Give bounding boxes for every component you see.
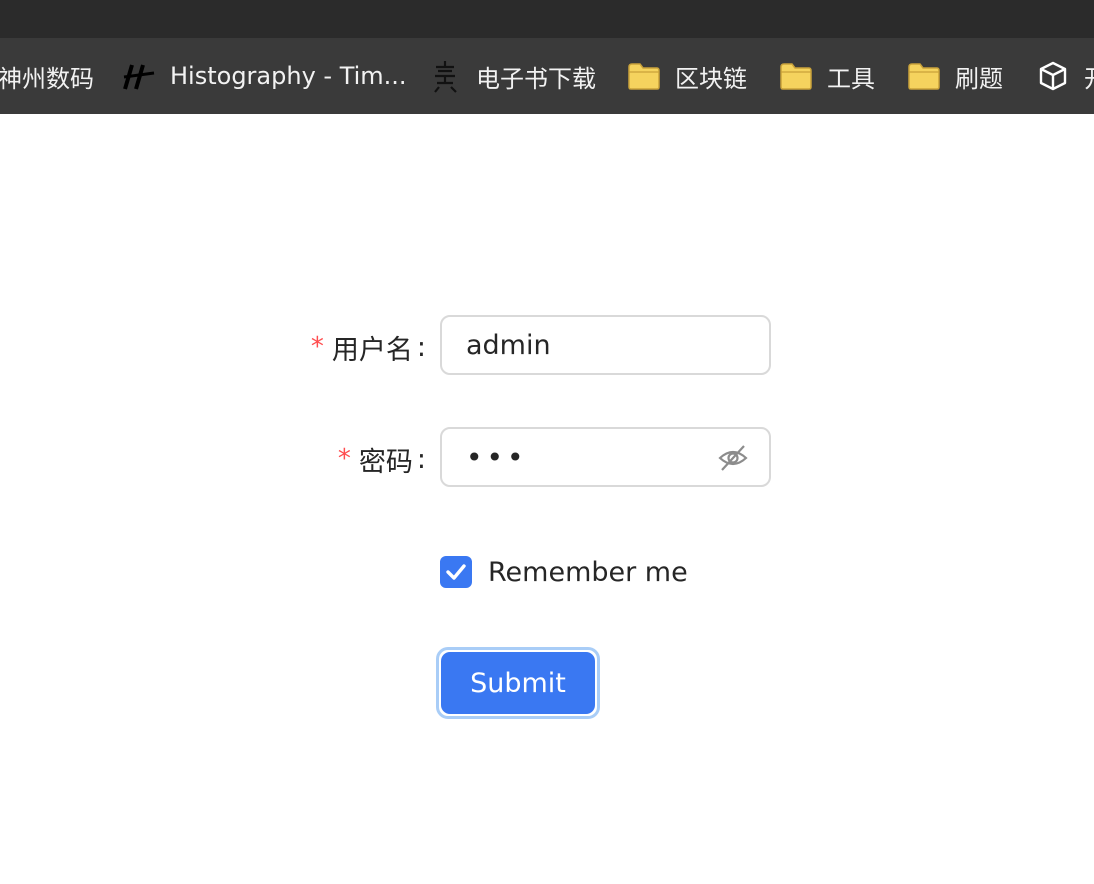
- calligraphy-char-icon: [428, 59, 462, 93]
- bookmark-label: 区块链: [675, 64, 747, 93]
- bookmark-histography[interactable]: Histography - Tim...: [122, 38, 407, 114]
- folder-icon: [779, 59, 813, 93]
- username-label: * 用户名 :: [311, 315, 426, 379]
- bookmark-folder-practice[interactable]: 刷题: [907, 38, 1003, 114]
- bookmark-label: 开: [1084, 59, 1094, 94]
- remember-me-label: Remember me: [488, 556, 688, 588]
- username-value: admin: [466, 329, 551, 361]
- password-input[interactable]: •••: [440, 427, 771, 487]
- remember-me-row[interactable]: Remember me: [440, 555, 688, 589]
- username-label-text: 用户名: [331, 334, 413, 366]
- bookmark-folder-tools[interactable]: 工具: [779, 38, 875, 114]
- bookmark-ebook-download[interactable]: 电子书下载: [428, 38, 596, 114]
- required-mark: *: [310, 332, 324, 362]
- folder-icon: [627, 59, 661, 93]
- cube-icon: [1036, 59, 1070, 93]
- remember-me-checkbox[interactable]: [440, 556, 472, 588]
- password-value: •••: [466, 440, 528, 474]
- eye-invisible-icon[interactable]: [717, 444, 749, 472]
- checkmark-icon: [446, 564, 466, 580]
- bookmark-label: 工具: [827, 64, 875, 93]
- username-input[interactable]: admin: [440, 315, 771, 375]
- bookmark-label: 神州数码: [0, 64, 94, 93]
- bookmark-cube[interactable]: 开: [1036, 38, 1094, 114]
- label-colon: :: [416, 331, 426, 363]
- folder-icon: [907, 59, 941, 93]
- required-mark: *: [337, 444, 351, 474]
- submit-button[interactable]: Submit: [436, 647, 600, 719]
- username-row: * 用户名 : admin: [0, 315, 1094, 379]
- submit-button-label: Submit: [441, 652, 595, 714]
- password-label: * 密码 :: [338, 427, 426, 491]
- bookmarks-bar: 神州数码 Histography - Tim... 电子书下载 区块链 工具 刷…: [0, 38, 1094, 114]
- bookmark-label: 电子书下载: [476, 64, 596, 93]
- histography-logo-icon: [122, 59, 156, 93]
- bookmark-folder-blockchain[interactable]: 区块链: [627, 38, 747, 114]
- bookmark-shenzhou[interactable]: 神州数码: [0, 38, 94, 114]
- bookmark-label: 刷题: [955, 64, 1003, 93]
- bookmark-label: Histography - Tim...: [170, 62, 407, 90]
- password-label-text: 密码: [358, 446, 413, 478]
- password-row: * 密码 : •••: [0, 427, 1094, 491]
- label-colon: :: [416, 443, 426, 475]
- browser-title-bar: [0, 0, 1094, 38]
